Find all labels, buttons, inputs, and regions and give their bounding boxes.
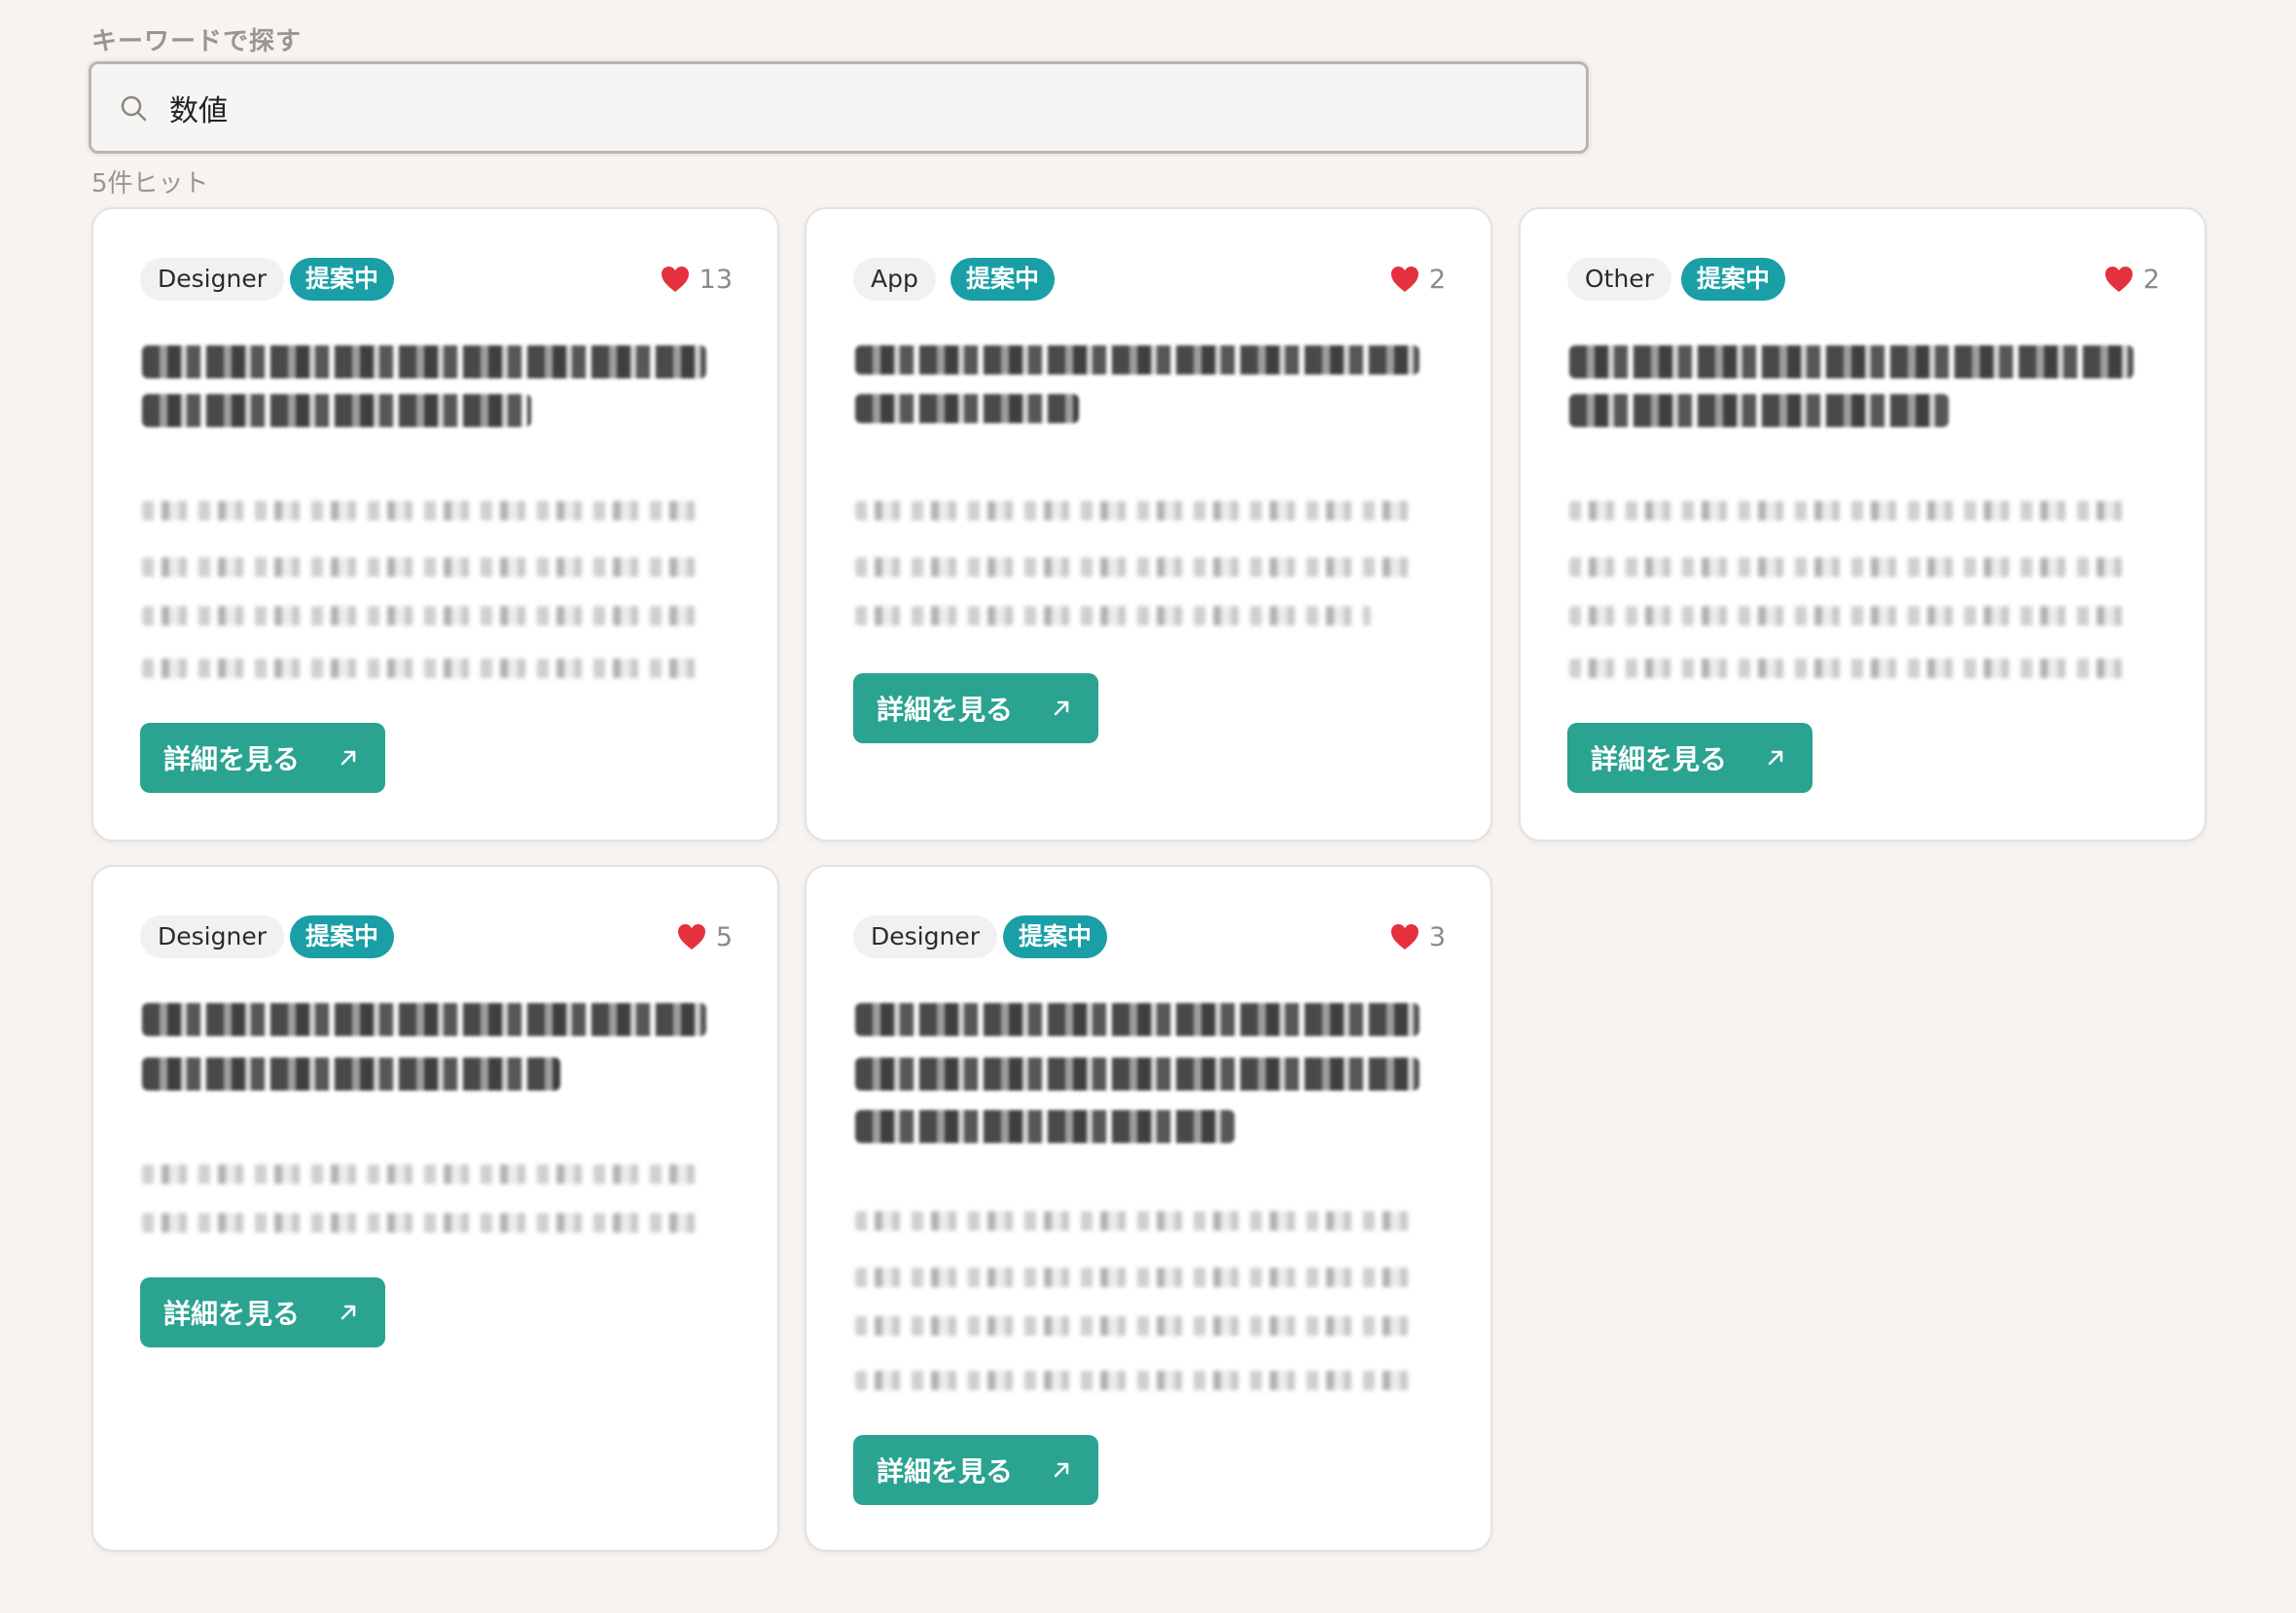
category-tag: Other <box>1567 258 1671 301</box>
button-label: 詳細を見る <box>163 1298 301 1330</box>
like-count: 2 <box>1428 264 1446 295</box>
card-description-redacted <box>142 1165 706 1184</box>
card-description-redacted <box>855 1268 1419 1287</box>
arrow-up-right-icon <box>341 1305 356 1320</box>
card-title-redacted <box>142 1057 560 1091</box>
search-input[interactable] <box>169 64 1531 151</box>
card-description-redacted <box>855 557 1419 577</box>
status-badge: 提案中 <box>290 915 395 958</box>
view-details-button[interactable]: 詳細を見る <box>853 673 1098 743</box>
search-icon <box>121 95 147 122</box>
like-count: 5 <box>715 921 733 952</box>
heart-icon <box>2104 267 2133 292</box>
card-title-redacted <box>1569 394 1949 427</box>
status-badge: 提案中 <box>1681 258 1786 301</box>
card-description-redacted <box>855 501 1419 520</box>
like-counter[interactable]: 2 <box>1390 258 1446 301</box>
button-label: 詳細を見る <box>1591 743 1728 775</box>
view-details-button[interactable]: 詳細を見る <box>140 1277 385 1347</box>
card-description-redacted <box>855 606 1371 626</box>
card-description-redacted <box>1569 606 2134 626</box>
view-details-button[interactable]: 詳細を見る <box>140 723 385 793</box>
idea-card: Designer 提案中 5 詳細を見る <box>91 865 779 1552</box>
card-title-redacted <box>142 1003 706 1036</box>
card-title-redacted <box>855 1003 1419 1036</box>
status-badge: 提案中 <box>951 258 1056 301</box>
category-tag: Designer <box>853 915 997 958</box>
like-counter[interactable]: 13 <box>661 258 733 301</box>
idea-card: Designer 提案中 13 詳細を見る <box>91 207 779 842</box>
card-description-redacted <box>142 606 706 626</box>
category-tag: Designer <box>140 915 284 958</box>
card-description-redacted <box>855 1316 1419 1336</box>
result-count: 5件ヒット <box>91 169 209 198</box>
card-description-redacted <box>142 1213 706 1233</box>
status-badge: 提案中 <box>1003 915 1108 958</box>
like-count: 2 <box>2142 264 2160 295</box>
card-title-redacted <box>1569 345 2134 378</box>
card-description-redacted <box>855 1371 1419 1390</box>
like-counter[interactable]: 2 <box>2104 258 2160 301</box>
card-title-redacted <box>142 345 706 378</box>
button-label: 詳細を見る <box>877 694 1014 726</box>
card-description-redacted <box>142 557 706 577</box>
arrow-up-right-icon <box>341 750 356 766</box>
like-count: 13 <box>699 264 733 295</box>
card-description-redacted <box>142 659 706 678</box>
card-title-redacted <box>855 1110 1235 1143</box>
card-description-redacted <box>1569 557 2134 577</box>
category-tag: App <box>853 258 936 301</box>
category-tag: Designer <box>140 258 284 301</box>
like-count: 3 <box>1428 921 1446 952</box>
heart-icon <box>1390 267 1418 292</box>
card-description-redacted <box>1569 501 2134 520</box>
button-label: 詳細を見る <box>163 743 301 775</box>
search-box[interactable] <box>89 61 1589 154</box>
heart-icon <box>1390 924 1418 950</box>
idea-card: Other 提案中 2 詳細を見る <box>1519 207 2206 842</box>
status-badge: 提案中 <box>290 258 395 301</box>
card-description-redacted <box>855 1211 1419 1231</box>
heart-icon <box>661 267 689 292</box>
card-description-redacted <box>1569 659 2134 678</box>
arrow-up-right-icon <box>1768 750 1783 766</box>
like-counter[interactable]: 5 <box>677 915 733 958</box>
card-description-redacted <box>142 501 706 520</box>
search-label: キーワードで探す <box>91 27 303 56</box>
like-counter[interactable]: 3 <box>1390 915 1446 958</box>
view-details-button[interactable]: 詳細を見る <box>853 1435 1098 1505</box>
idea-card: Designer 提案中 3 詳細を見る <box>805 865 1492 1552</box>
card-title-redacted <box>855 394 1079 423</box>
arrow-up-right-icon <box>1054 700 1069 716</box>
view-details-button[interactable]: 詳細を見る <box>1567 723 1812 793</box>
idea-card: App 提案中 2 詳細を見る <box>805 207 1492 842</box>
card-title-redacted <box>142 394 531 427</box>
arrow-up-right-icon <box>1054 1462 1069 1478</box>
card-title-redacted <box>855 1057 1419 1091</box>
button-label: 詳細を見る <box>877 1455 1014 1488</box>
heart-icon <box>677 924 705 950</box>
card-title-redacted <box>855 345 1419 375</box>
